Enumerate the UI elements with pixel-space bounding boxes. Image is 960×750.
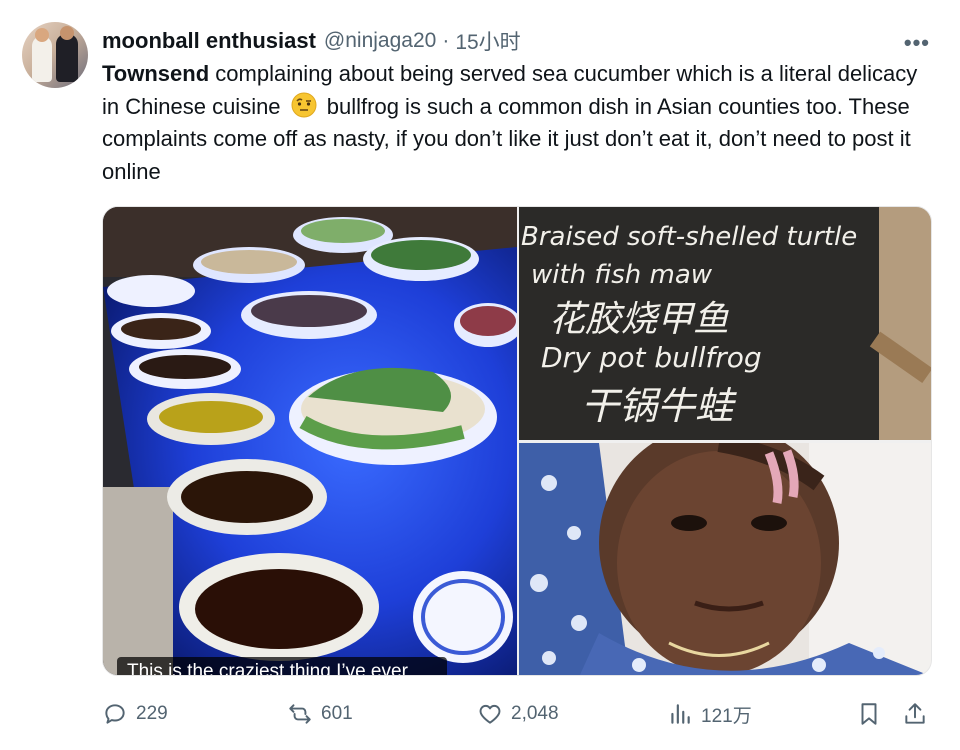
tweet-header: moonball enthusiast @ninjaga20 · 15小时: [102, 26, 521, 56]
tweet-card: moonball enthusiast @ninjaga20 · 15小时 ••…: [0, 0, 960, 750]
sign-line-3: 花胶烧甲鱼: [549, 299, 729, 340]
timestamp[interactable]: 15小时: [455, 26, 520, 56]
like-count: 2,048: [511, 703, 559, 724]
avatar[interactable]: [22, 22, 88, 88]
views-bar-chart-icon: [671, 704, 690, 724]
tweet-actions: 229 601 2,048 121万: [102, 696, 932, 732]
sign-line-1: Braised soft-shelled turtle: [521, 222, 857, 252]
like-button[interactable]: 2,048: [477, 696, 559, 732]
repost-count: 601: [321, 703, 353, 724]
bookmark-icon: [861, 703, 877, 725]
tweet-lead-word: Townsend: [102, 61, 210, 86]
video-caption: This is the craziest thing I’ve ever: [117, 657, 447, 675]
share-button[interactable]: [902, 696, 936, 732]
sign-line-2: with fish maw: [531, 260, 713, 290]
reply-icon: [105, 704, 125, 724]
selfie-image: [519, 443, 931, 675]
repost-button[interactable]: 601: [287, 696, 353, 732]
share-icon: [905, 703, 925, 724]
selfie-photo[interactable]: [519, 443, 931, 675]
display-name[interactable]: moonball enthusiast: [102, 28, 316, 54]
sign-line-4: Dry pot bullfrog: [541, 341, 762, 374]
separator-dot: ·: [442, 29, 450, 52]
reply-count: 229: [136, 703, 168, 724]
more-options-icon[interactable]: •••: [904, 30, 930, 56]
chalkboard-image: Braised soft-shelled turtle with fish ma…: [519, 207, 931, 440]
bookmark-button[interactable]: [856, 696, 890, 732]
heart-icon: [479, 704, 501, 724]
face-with-raised-eyebrow-icon: [291, 92, 317, 117]
reply-button[interactable]: 229: [102, 696, 168, 732]
media-grid: This is the craziest thing I’ve ever Bra…: [102, 206, 932, 676]
tweet-text: Townsend complaining about being served …: [102, 58, 932, 188]
buffet-photo[interactable]: This is the craziest thing I’ve ever: [103, 207, 517, 675]
sign-line-5: 干锅牛蛙: [581, 384, 737, 428]
repost-icon: [289, 704, 311, 724]
views-button[interactable]: 121万: [667, 696, 752, 732]
views-count: 121万: [701, 705, 752, 727]
buffet-image: [103, 207, 517, 675]
user-handle[interactable]: @ninjaga20: [324, 29, 436, 53]
menu-sign-photo[interactable]: Braised soft-shelled turtle with fish ma…: [519, 207, 931, 440]
